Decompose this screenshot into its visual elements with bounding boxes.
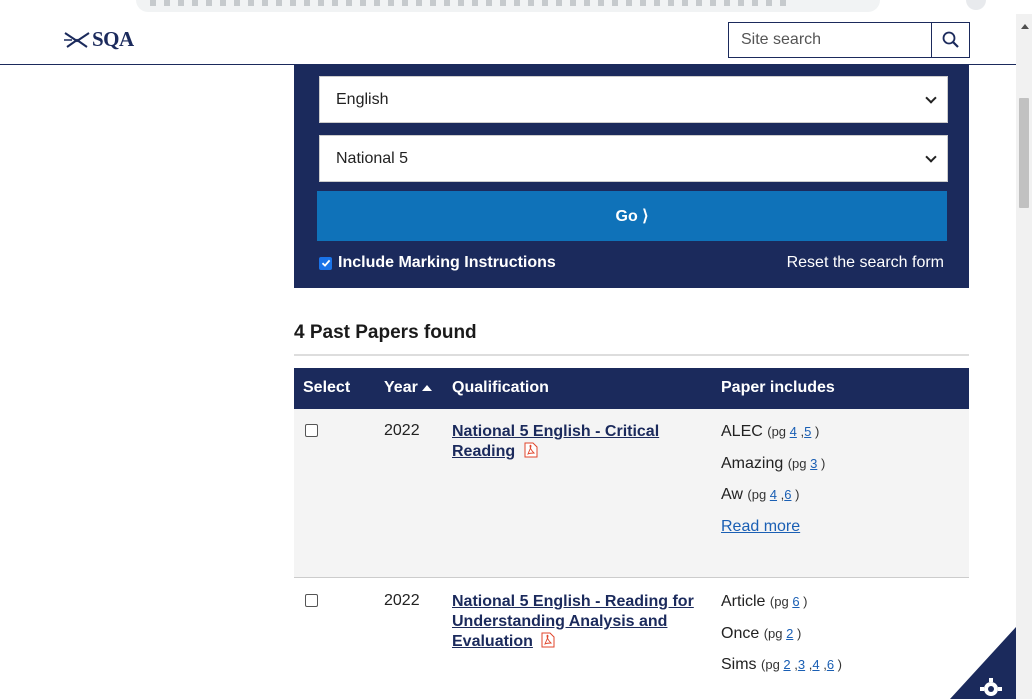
includes-term: Once	[721, 624, 760, 642]
pdf-icon[interactable]	[524, 442, 538, 458]
page-link[interactable]: 4	[770, 487, 777, 502]
row-qualification: National 5 English - Critical Reading	[452, 422, 702, 462]
include-marking-row: Include Marking Instructions	[319, 254, 556, 272]
include-marking-checkbox[interactable]	[319, 256, 332, 270]
page-refs: (pg 6 )	[769, 594, 808, 609]
site-search	[728, 22, 970, 58]
column-header-year[interactable]: Year	[384, 379, 432, 397]
page-refs: (pg 4 ,6 )	[747, 487, 800, 502]
subject-select-value: English	[336, 90, 389, 108]
page-link[interactable]: 6	[827, 657, 834, 672]
search-icon	[942, 31, 959, 48]
reset-search-link[interactable]: Reset the search form	[787, 254, 944, 272]
page-link[interactable]: 2	[786, 626, 793, 641]
includes-item: Aw (pg 4 ,6 )	[721, 486, 825, 518]
sqa-logo[interactable]: SQA	[64, 27, 134, 52]
page-refs: (pg 2 ,3 ,4 ,6 )	[761, 657, 843, 672]
row-qualification: National 5 English - Reading for Underst…	[452, 592, 702, 652]
browser-address-strip	[0, 0, 1032, 14]
go-button[interactable]: Go ⟩	[317, 191, 947, 241]
cookie-settings-icon[interactable]	[950, 627, 1016, 699]
includes-term: Article	[721, 593, 766, 610]
read-more-link[interactable]: Read more	[721, 518, 800, 535]
page-refs: (pg 4 ,5 )	[767, 424, 820, 439]
browser-action-button[interactable]	[966, 0, 986, 10]
chevron-down-icon	[925, 91, 937, 104]
level-select[interactable]: National 5	[319, 135, 948, 182]
column-header-paper-includes: Paper includes	[721, 379, 835, 396]
site-search-button[interactable]	[931, 22, 970, 58]
column-header-select: Select	[303, 379, 351, 396]
column-header-qualification: Qualification	[452, 379, 549, 396]
pdf-icon[interactable]	[541, 632, 555, 648]
sort-ascending-icon	[421, 385, 432, 391]
row-year: 2022	[384, 592, 420, 609]
includes-item: ALEC (pg 4 ,5 )	[721, 423, 825, 455]
checkmark-icon	[321, 259, 330, 267]
include-marking-label[interactable]: Include Marking Instructions	[338, 254, 556, 272]
table-row: 2022 National 5 English - Reading for Un…	[294, 579, 969, 699]
scroll-up-arrow-icon[interactable]	[1021, 24, 1029, 29]
includes-item: Article (pg 6 )	[721, 593, 842, 625]
includes-term: Amazing	[721, 454, 784, 472]
includes-item: Sims (pg 2 ,3 ,4 ,6 )	[721, 656, 842, 688]
chevron-down-icon	[925, 150, 937, 163]
row-select-checkbox[interactable]	[305, 594, 318, 607]
results-heading: 4 Past Papers found	[294, 322, 477, 343]
address-bar-url-text	[150, 0, 790, 6]
page-link[interactable]: 3	[810, 456, 817, 471]
results-divider	[294, 354, 969, 356]
paper-link[interactable]: National 5 English - Critical Reading	[452, 423, 659, 460]
includes-item: Once (pg 2 )	[721, 625, 842, 657]
row-select-checkbox[interactable]	[305, 424, 318, 437]
page-link[interactable]: 4	[790, 424, 797, 439]
level-select-value: National 5	[336, 149, 409, 167]
table-row: 2022 National 5 English - Critical Readi…	[294, 409, 969, 578]
row-year: 2022	[384, 422, 420, 439]
page-link[interactable]: 6	[792, 594, 799, 609]
sqa-saltire-icon	[64, 31, 90, 48]
includes-term: Aw	[721, 486, 743, 503]
page-refs: (pg 3 )	[787, 455, 826, 471]
page-link[interactable]: 6	[784, 487, 791, 502]
row-paper-includes: ALEC (pg 4 ,5 ) Amazing (pg 3 ) Aw (pg 4…	[721, 423, 825, 549]
page-link[interactable]: 2	[783, 657, 790, 672]
column-header-year-label: Year	[384, 379, 418, 396]
page-link[interactable]: 5	[804, 424, 811, 439]
includes-term: Sims	[721, 656, 757, 673]
page-link[interactable]: 4	[812, 657, 819, 672]
logo-text: SQA	[92, 27, 134, 51]
past-paper-search-panel: English National 5 Go ⟩ Include Marking …	[294, 65, 969, 288]
page-refs: (pg 2 )	[763, 625, 802, 641]
site-search-input[interactable]	[728, 22, 931, 58]
row-paper-includes: Article (pg 6 ) Once (pg 2 ) Sims (pg 2 …	[721, 593, 842, 688]
page-link[interactable]: 3	[798, 657, 805, 672]
subject-select[interactable]: English	[319, 76, 948, 123]
includes-term: ALEC	[721, 423, 763, 440]
includes-item: Amazing (pg 3 )	[721, 455, 825, 487]
scrollbar-thumb[interactable]	[1019, 98, 1029, 208]
includes-item: Read more	[721, 518, 825, 550]
results-table-header: Select Year Qualification Paper includes	[294, 368, 969, 409]
paper-link[interactable]: National 5 English - Reading for Underst…	[452, 593, 694, 650]
